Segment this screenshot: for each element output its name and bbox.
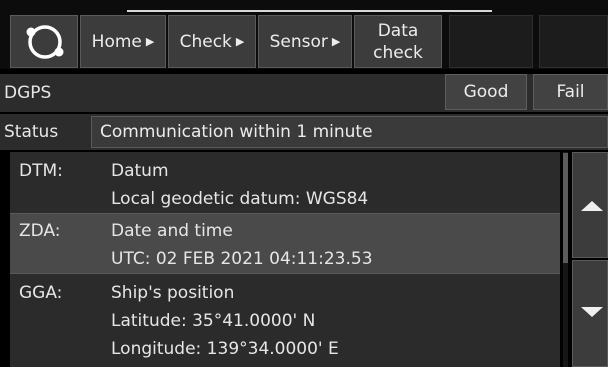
circle-logo-icon [26, 25, 64, 59]
sentence-code: DTM: [19, 161, 63, 181]
triangle-right-icon: ▶ [145, 35, 155, 48]
sentence-title: Datum [111, 161, 169, 181]
status-value-field: Communication within 1 minute [91, 116, 608, 148]
sentence-title: Date and time [111, 221, 233, 241]
triangle-right-icon: ▶ [235, 35, 245, 48]
good-button[interactable]: Good [445, 74, 527, 110]
sentence-detail: Longitude: 139°34.0000' E [111, 339, 339, 359]
triangle-down-icon [581, 307, 603, 317]
sentence-detail: Latitude: 35°41.0000' N [111, 311, 316, 331]
top-indicator-line [127, 10, 492, 12]
list-item-zda[interactable]: ZDA: Date and time UTC: 02 FEB 2021 04:1… [10, 214, 560, 273]
scroll-up-button[interactable] [572, 152, 608, 258]
nav-data-check-label-line1: Data [377, 20, 419, 41]
sentence-list[interactable]: DTM: Datum Local geodetic datum: WGS84 Z… [10, 152, 560, 367]
nav-home-button[interactable]: Home ▶ [80, 15, 166, 68]
status-label: Status [4, 122, 59, 142]
nav-data-check-button[interactable]: Data check [354, 15, 442, 68]
menu-logo-button[interactable] [10, 15, 78, 68]
scrollbar-thumb[interactable] [563, 153, 568, 263]
list-item-gga[interactable]: GGA: Ship's position Latitude: 35°41.000… [10, 274, 560, 367]
nav-home-label: Home [91, 31, 142, 52]
empty-nav-slot [449, 15, 533, 68]
nav-check-label: Check [179, 31, 232, 52]
nav-check-button[interactable]: Check ▶ [168, 15, 256, 68]
triangle-up-icon [581, 201, 603, 211]
nav-data-check-label-line2: check [373, 42, 423, 63]
sentence-code: ZDA: [19, 221, 61, 241]
fail-button[interactable]: Fail [533, 74, 608, 110]
empty-nav-slot [539, 15, 608, 68]
triangle-right-icon: ▶ [331, 35, 341, 48]
list-item-dtm[interactable]: DTM: Datum Local geodetic datum: WGS84 [10, 152, 560, 213]
scroll-down-button[interactable] [572, 260, 608, 367]
sentence-detail: UTC: 02 FEB 2021 04:11:23.53 [111, 249, 373, 269]
sentence-code: GGA: [19, 283, 63, 303]
sentence-title: Ship's position [111, 283, 235, 303]
nav-sensor-button[interactable]: Sensor ▶ [258, 15, 352, 68]
dgps-label: DGPS [4, 83, 52, 103]
nav-sensor-label: Sensor [269, 31, 328, 52]
sentence-detail: Local geodetic datum: WGS84 [111, 189, 369, 209]
